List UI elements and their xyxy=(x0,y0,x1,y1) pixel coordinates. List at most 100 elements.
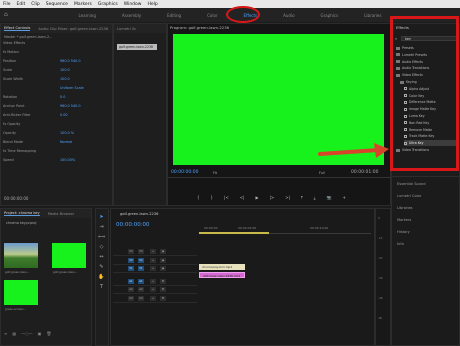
tab-audio[interactable]: Audio xyxy=(283,13,294,18)
transport-button[interactable]: >| xyxy=(285,195,290,200)
menu-graphics[interactable]: Graphics xyxy=(98,2,118,7)
tab-effects[interactable]: Effects xyxy=(244,13,258,18)
effects-item[interactable]: Alpha Adjust xyxy=(404,86,456,92)
ec-row-value[interactable]: 960.0 540.0 xyxy=(60,104,81,108)
transport-button[interactable]: 📷 xyxy=(327,195,332,200)
razor-icon[interactable]: ◇ xyxy=(98,244,105,251)
mute-icon[interactable]: M xyxy=(160,278,166,284)
track-select-icon[interactable]: ⇥ xyxy=(98,224,105,231)
tab-learning[interactable]: Learning xyxy=(79,13,96,18)
effects-item[interactable]: Image Matte Key xyxy=(404,106,456,112)
lock-icon[interactable]: ⌸ xyxy=(150,249,156,254)
tab-media-browser[interactable]: Media Browser xyxy=(48,212,75,216)
transport-button[interactable]: ⤓ xyxy=(314,195,316,200)
transport-button[interactable]: ▶ xyxy=(256,195,259,200)
effects-item[interactable]: Non Red Key xyxy=(404,120,456,126)
eye-icon[interactable]: ◉ xyxy=(160,249,166,254)
mute-icon[interactable]: M xyxy=(160,287,166,292)
lock-icon[interactable]: ⌸ xyxy=(150,287,156,292)
program-title[interactable]: Program: golf-green-lawn-2236 xyxy=(170,25,229,30)
effects-item[interactable]: Luma Key xyxy=(404,113,456,119)
tab-audio-clip-mixer[interactable]: Audio Clip Mixer: golf-green-lawn-2236 xyxy=(38,27,108,31)
list-view-icon[interactable]: ≡ xyxy=(4,331,7,337)
ec-clip-bar[interactable]: golf-green-lawn-2236 xyxy=(117,44,157,50)
ec-row-value[interactable]: Uniform Scale xyxy=(60,86,84,90)
effects-folder[interactable]: Audio Transitions xyxy=(396,65,456,71)
ec-row-value[interactable]: 0.0 xyxy=(60,95,65,99)
ec-row-value[interactable]: 100.0 xyxy=(60,77,70,81)
menu-clip[interactable]: Clip xyxy=(31,2,40,7)
transport-button[interactable]: } xyxy=(211,195,214,200)
thumb-golf-lawn-1[interactable] xyxy=(4,243,38,268)
program-timecode[interactable]: 00:00:00:00 xyxy=(171,170,198,175)
track-target[interactable]: V2 xyxy=(138,257,144,263)
tab-effect-controls[interactable]: Effect Controls xyxy=(4,26,31,31)
transport-button[interactable]: + xyxy=(343,195,346,200)
tab-graphics[interactable]: Graphics xyxy=(321,13,339,18)
ec-row-value[interactable]: 0.00 xyxy=(60,113,68,117)
type-icon[interactable]: T xyxy=(98,284,105,291)
ec-row-value[interactable]: 100.0 xyxy=(60,68,70,72)
track-target[interactable]: A2 xyxy=(138,287,144,292)
track-target[interactable]: V3 xyxy=(138,249,144,254)
effects-folder[interactable]: Video Effects xyxy=(396,72,456,78)
side-panel-item[interactable]: Info xyxy=(397,242,404,246)
transport-button[interactable]: { xyxy=(197,195,200,200)
effects-folder[interactable]: Audio Effects xyxy=(396,59,456,65)
fit-dropdown[interactable]: Fit xyxy=(213,171,217,175)
track-label[interactable]: V2 xyxy=(128,257,134,263)
menu-markers[interactable]: Markers xyxy=(74,2,92,7)
ec-row-value[interactable]: 100.0 % xyxy=(60,131,74,135)
program-scrubber[interactable] xyxy=(167,177,391,178)
effects-item[interactable]: Color Key xyxy=(404,93,456,99)
slip-icon[interactable]: ↔ xyxy=(98,254,105,261)
thumb-green-screen-1[interactable] xyxy=(52,243,86,268)
tab-lumetri-scopes[interactable]: Lumetri Sc xyxy=(117,27,136,31)
side-panel-item[interactable]: Markers xyxy=(397,218,411,222)
icon-view-icon[interactable]: ▦ xyxy=(12,331,16,337)
quality-dropdown[interactable]: Full xyxy=(319,171,325,175)
lock-icon[interactable]: ⌸ xyxy=(150,266,156,271)
tab-project[interactable]: Project: chroma key xyxy=(4,211,40,216)
hand-icon[interactable]: ✋ xyxy=(98,274,105,281)
tab-assembly[interactable]: Assembly xyxy=(122,13,141,18)
side-panel-item[interactable]: History xyxy=(397,230,410,234)
ec-row-value[interactable]: 100.00% xyxy=(60,158,75,162)
track-label[interactable]: A3 xyxy=(128,295,134,301)
timeline-timecode[interactable]: 00:00:00:00 xyxy=(116,222,150,228)
lock-icon[interactable]: ⌸ xyxy=(150,278,156,284)
side-panel-item[interactable]: Libraries xyxy=(397,206,413,210)
thumb-green-screen-2[interactable] xyxy=(4,280,38,305)
zoom-slider[interactable]: —○— xyxy=(21,331,33,337)
effects-folder[interactable]: Keying xyxy=(400,79,456,85)
ec-row-value[interactable]: Normal xyxy=(60,140,72,144)
tab-editing[interactable]: Editing xyxy=(167,13,181,18)
effects-folder[interactable]: Lumetri Presets xyxy=(396,52,456,58)
effects-item[interactable]: Remove Matte xyxy=(404,127,456,133)
track-label[interactable]: V1 xyxy=(128,266,134,271)
track-target[interactable]: V1 xyxy=(138,266,144,271)
transport-button[interactable]: |> xyxy=(270,195,275,200)
menu-sequence[interactable]: Sequence xyxy=(46,2,68,7)
eye-icon[interactable]: ◉ xyxy=(160,257,166,263)
timeline-title[interactable]: golf-green-lawn-2236 xyxy=(120,212,158,216)
menu-file[interactable]: File xyxy=(3,2,11,7)
effects-item[interactable]: Difference Matte xyxy=(404,99,456,105)
ec-row-value[interactable]: 960.0 540.0 xyxy=(60,59,81,63)
lock-icon[interactable]: ⌸ xyxy=(150,295,156,301)
effects-folder[interactable]: Presets xyxy=(396,45,456,51)
menu-help[interactable]: Help xyxy=(147,2,157,7)
track-label[interactable]: A2 xyxy=(128,287,134,292)
ripple-edit-icon[interactable]: ⟺ xyxy=(98,234,105,241)
menu-edit[interactable]: Edit xyxy=(17,2,26,7)
menu-window[interactable]: Window xyxy=(124,2,142,7)
side-panel-item[interactable]: Essential Sound xyxy=(397,182,426,186)
work-area-bar[interactable] xyxy=(199,232,269,234)
effects-folder[interactable]: Video Transitions xyxy=(396,147,456,153)
new-item-icon[interactable]: ▣ xyxy=(38,331,42,337)
clip-v1[interactable]: golf-green-lawn-2236.mp4 xyxy=(199,272,245,278)
home-icon[interactable]: ⌂ xyxy=(4,12,10,18)
track-label[interactable]: A1 xyxy=(128,278,134,284)
pen-icon[interactable]: ✎ xyxy=(98,264,105,271)
track-label[interactable]: V3 xyxy=(128,249,134,254)
